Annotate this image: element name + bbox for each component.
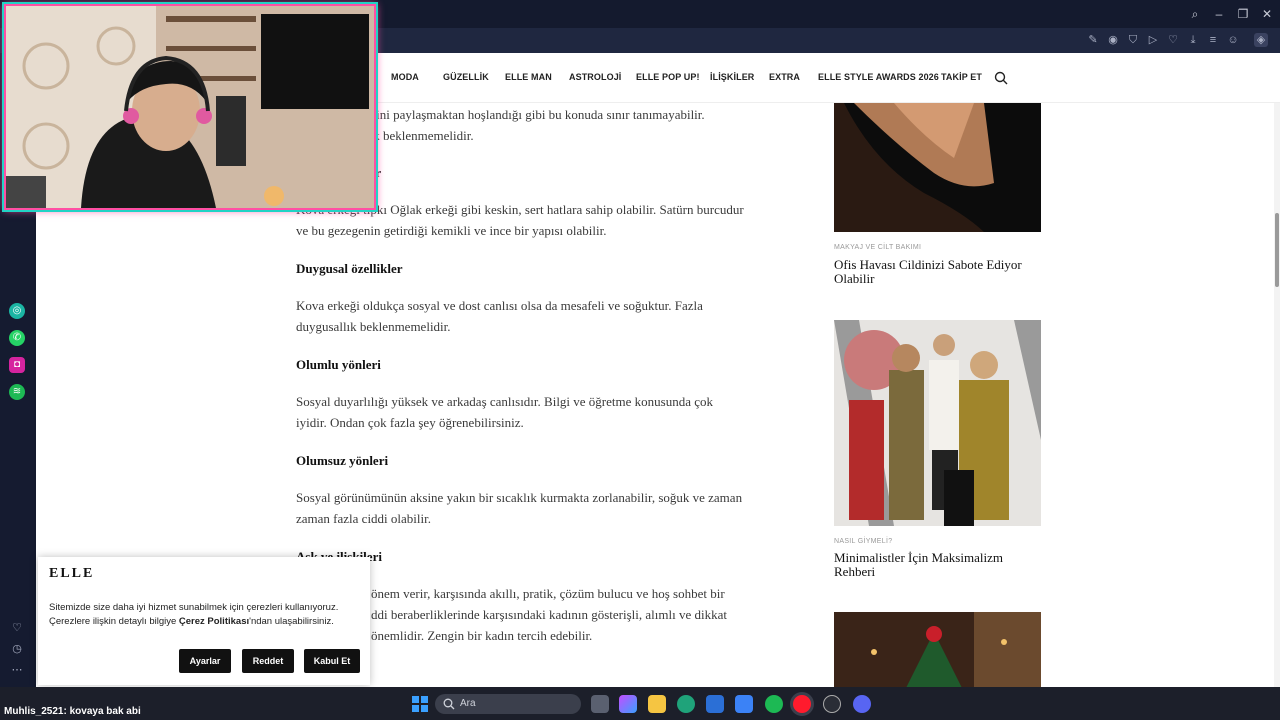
card-category: MAKYAJ VE CİLT BAKIMI	[834, 244, 922, 251]
page-scrollbar[interactable]	[1274, 103, 1280, 687]
menu-icon[interactable]: ≡	[1206, 33, 1220, 47]
cookie-banner: ELLE Sitemizde size daha iyi hizmet suna…	[38, 557, 370, 685]
card-category: NASIL GİYMELİ?	[834, 538, 893, 545]
card-title[interactable]: Minimalistler İçin Maksimalizm Rehberi	[834, 551, 1034, 579]
opera-icon[interactable]	[793, 695, 811, 713]
nav-item-iliskiler[interactable]: İLİŞKİLER	[710, 72, 754, 82]
article-thumbnail[interactable]	[834, 320, 1041, 526]
download-icon[interactable]: ⤓	[1186, 33, 1200, 47]
nav-item-takip-et[interactable]: TAKİP ET	[941, 72, 982, 82]
nav-item-elle-man[interactable]: ELLE MAN	[505, 72, 552, 82]
discord-icon[interactable]	[853, 695, 871, 713]
article-text-line: lik beklenmemelidir.	[366, 128, 474, 143]
search-icon[interactable]: ⌕	[1185, 5, 1205, 23]
accept-button[interactable]: Kabul Et	[304, 649, 360, 673]
cookie-text: Sitemizde size daha iyi hizmet sunabilme…	[49, 601, 361, 629]
nav-item-extra[interactable]: EXTRA	[769, 72, 800, 82]
edit-icon[interactable]: ✎	[1086, 33, 1100, 47]
chatgpt-icon[interactable]: ◎	[9, 303, 25, 319]
elle-logo: ELLE	[49, 566, 94, 582]
article-text-line: önemlidir. Zengin bir kadın tercih edebi…	[371, 628, 593, 643]
spotify-icon[interactable]: ≋	[9, 384, 25, 400]
desktop: ⌕ – ❐ ✕ ✎ ◉ ⛉ ▷ ♡ ⤓ ≡ ☺ ◈ ◎ ✆ ◘ ≋ ♡ ◷ ⋯ …	[0, 0, 1280, 720]
restore-icon[interactable]: ❐	[1233, 5, 1253, 23]
task-view-icon[interactable]	[591, 695, 609, 713]
cookie-line-text: 'ndan ulaşabilirsiniz.	[249, 616, 334, 627]
article-text-line: erini paylaşmaktan hoşlandığı gibi bu ko…	[366, 107, 705, 122]
extension-icon[interactable]: ◈	[1254, 33, 1268, 47]
edge-icon[interactable]	[677, 695, 695, 713]
heart-icon[interactable]: ♡	[1166, 33, 1180, 47]
reject-button[interactable]: Reddet	[242, 649, 294, 673]
article-text-line: önem verir, karşısında akıllı, pratik, ç…	[371, 586, 725, 601]
obs-icon[interactable]	[823, 695, 841, 713]
history-icon[interactable]: ◷	[10, 642, 24, 656]
nav-item-astroloji[interactable]: ASTROLOJİ	[569, 72, 621, 82]
store-icon[interactable]	[706, 695, 724, 713]
windows-start-icon[interactable]	[412, 696, 428, 712]
search-icon[interactable]	[994, 71, 1008, 85]
instagram-icon[interactable]: ◘	[9, 357, 25, 373]
heart-icon[interactable]: ♡	[10, 621, 24, 635]
settings-button[interactable]: Ayarlar	[179, 649, 231, 673]
copilot-icon[interactable]	[619, 695, 637, 713]
cookie-line: Çerezlere ilişkin detaylı bilgiye Çerez …	[49, 615, 361, 629]
heading-emotional: Duygusal özellikler	[296, 261, 403, 276]
webcam-image	[6, 6, 374, 208]
nav-item-style-awards[interactable]: ELLE STYLE AWARDS 2026	[818, 72, 939, 82]
article-thumbnail[interactable]	[834, 103, 1041, 232]
scrollbar-thumb[interactable]	[1275, 213, 1279, 287]
heading-positive: Olumlu yönleri	[296, 357, 381, 372]
taskbar: Muhlis_2521: kovaya bak abi Ara	[0, 687, 1280, 720]
article-paragraph: Kova erkeği oldukça sosyal ve dost canlı…	[296, 298, 703, 334]
card-title[interactable]: Ofis Havası Cildinizi Sabote Ediyor Olab…	[834, 258, 1034, 286]
search-placeholder: Ara	[460, 698, 476, 709]
nav-item-elle-pop-up[interactable]: ELLE POP UP!	[636, 72, 700, 82]
shield-icon[interactable]: ⛉	[1126, 33, 1140, 47]
heading-negative: Olumsuz yönleri	[296, 453, 389, 468]
chat-username: Muhlis_2521	[4, 706, 64, 717]
camera-icon[interactable]: ◉	[1106, 33, 1120, 47]
search-icon	[443, 698, 455, 710]
article-paragraph: Sosyal görünümünün aksine yakın bir sıca…	[296, 490, 743, 526]
chat-text: : kovaya bak abi	[63, 706, 141, 717]
cookie-line-text: Çerezlere ilişkin detaylı bilgiye	[49, 616, 179, 627]
more-icon[interactable]: ⋯	[10, 663, 24, 677]
article-thumbnail[interactable]	[834, 612, 1041, 687]
spotify-icon[interactable]	[765, 695, 783, 713]
article-paragraph: erini paylaşmaktan hoşlandığı gibi bu ko…	[366, 104, 746, 146]
article-paragraph: önem verir, karşısında akıllı, pratik, ç…	[371, 583, 746, 646]
file-explorer-icon[interactable]	[648, 695, 666, 713]
webcam-overlay	[4, 4, 376, 210]
cookie-line: Sitemizde size daha iyi hizmet sunabilme…	[49, 602, 339, 613]
close-icon[interactable]: ✕	[1257, 5, 1277, 23]
logo-text: ELLE	[49, 566, 95, 581]
chat-message: Muhlis_2521: kovaya bak abi	[4, 706, 141, 717]
profile-icon[interactable]: ☺	[1226, 33, 1240, 47]
whatsapp-icon[interactable]: ✆	[9, 330, 25, 346]
taskbar-search[interactable]: Ara	[435, 694, 581, 714]
nav-item-guzellik[interactable]: GÜZELLİK	[443, 72, 489, 82]
minimize-icon[interactable]: –	[1209, 5, 1229, 23]
cookie-policy-link[interactable]: Çerez Politikası	[179, 616, 249, 627]
article-text-line: ddi beraberliklerinde karşısındaki kadın…	[371, 607, 727, 622]
play-icon[interactable]: ▷	[1146, 33, 1160, 47]
article-paragraph: Sosyal duyarlılığı yüksek ve arkadaş can…	[296, 394, 714, 430]
mail-icon[interactable]	[735, 695, 753, 713]
nav-item-moda[interactable]: MODA	[391, 72, 419, 82]
